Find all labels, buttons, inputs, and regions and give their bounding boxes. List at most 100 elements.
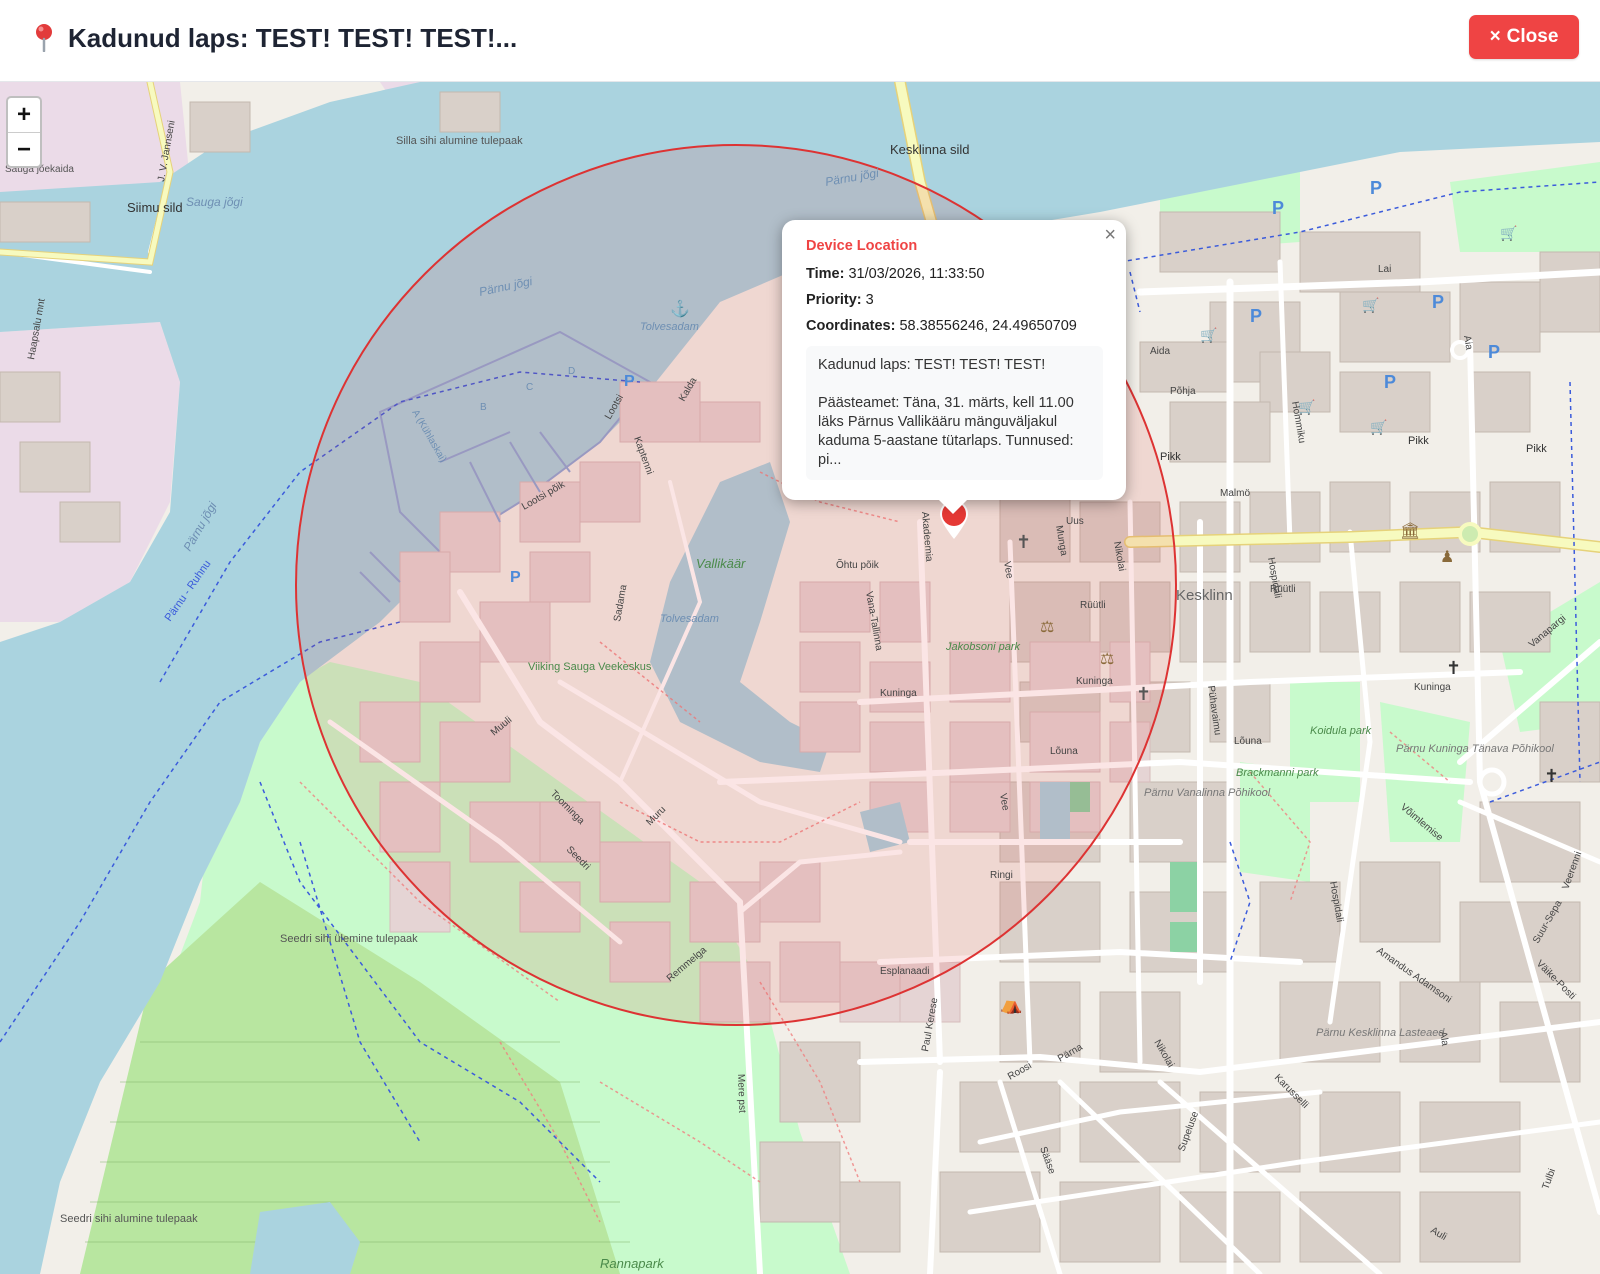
label-parnu-jogi: Pärnu jõgi [478, 274, 534, 299]
label-street-uus: Uus [1066, 516, 1084, 527]
label-street-ringi: Ringi [990, 870, 1013, 881]
page-title: Kadunud laps: TEST! TEST! TEST!... [68, 23, 518, 53]
popup-message-body: Päästeamet: Täna, 31. märts, kell 11.00 … [818, 395, 1074, 468]
label-street-roosi: Roosi [1006, 1060, 1034, 1082]
label-kuninga-pohikool: Pärnu Kuninga Tänava Põhikool [1396, 743, 1554, 755]
label-street-jv-jannseni: J. V. Jannseni [156, 120, 178, 183]
close-icon: × [1489, 26, 1501, 47]
popup-priority-label: Priority: [806, 292, 862, 308]
label-street-aida: Aida [1150, 346, 1170, 357]
label-street-kalda: Kalda [677, 375, 700, 403]
label-brackmanni-park: Brackmanni park [1236, 767, 1319, 779]
label-street-supeluse: Supeluse [1176, 1110, 1201, 1153]
label-koidula-park: Koidula park [1310, 725, 1372, 737]
label-street-vana-tallinna: Vana-Tallinna [863, 591, 884, 652]
label-parnu-jogi-2: Pärnu jõgi [824, 166, 880, 189]
label-street-vaike-posti: Väike-Posti [1534, 958, 1578, 1002]
popup-priority-value: 3 [865, 292, 874, 308]
label-kesklinna-lasteaed: Pärnu Kesklinna Lasteaed [1316, 1027, 1445, 1039]
label-parnu-jogi-3: Pärnu jõgi [180, 499, 219, 553]
label-street-amandus: Amandus Adamsoni [1374, 945, 1453, 1005]
label-street-seedri: Seedri [564, 844, 592, 872]
label-street-kuninga: Kuninga [880, 688, 917, 699]
label-street-lai: Lai [1378, 264, 1391, 275]
close-button-label: Close [1506, 26, 1559, 47]
zoom-out-button[interactable]: − [8, 133, 40, 167]
popup-priority-row: Priority: 3 [806, 292, 1102, 308]
popup-tip [938, 499, 968, 514]
label-street-mere: Mere pst [735, 1074, 747, 1113]
label-tolvesadam-2: Tolvesadam [660, 613, 719, 625]
label-street-vanapargi: Vanapargi [1527, 613, 1568, 650]
label-pier-b: B [480, 402, 487, 413]
label-street-hommiku: Hommiku [1289, 401, 1307, 445]
label-parnu-ruhnu: Pärnu - Ruhnu [163, 558, 214, 623]
label-street-pikk-2: Pikk [1526, 443, 1547, 455]
label-street-saase: Sääse [1037, 1145, 1057, 1176]
label-street-louna-2: Lõuna [1234, 736, 1262, 747]
label-vallikaar: Vallikäär [696, 556, 746, 571]
label-street-ruutli-2: Rüütli [1080, 600, 1106, 611]
label-kesklinn: Kesklinn [1176, 587, 1233, 604]
close-button[interactable]: × Close [1469, 15, 1579, 59]
label-street-parna: Pärna [1056, 1042, 1085, 1065]
label-rannapark: Rannapark [600, 1256, 665, 1271]
label-silla-tulepaak: Silla sihi alumine tulepaak [396, 135, 523, 147]
popup-time-value: 31/03/2026, 11:33:50 [848, 266, 985, 282]
label-kesklinna-sild: Kesklinna sild [890, 142, 970, 157]
label-street-hospidali-2: Hospidali [1327, 881, 1345, 923]
label-street-ohtu: Õhtu põik [836, 558, 880, 571]
label-street-karusselli: Karusselli [1272, 1072, 1310, 1110]
label-street-pikk: Pikk [1408, 435, 1429, 447]
label-siimu-sild: Siimu sild [127, 200, 183, 215]
label-street-hospidali: Hospidali [1265, 557, 1283, 599]
label-pier-d: D [568, 366, 575, 377]
label-street-muuli: Muuli [489, 715, 514, 739]
label-street-kuninga-2: Kuninga [1076, 676, 1113, 687]
label-vanalinna-pohikool: Pärnu Vanalinna Põhikool [1144, 787, 1271, 799]
label-street-nikolai-2: Nikolai [1151, 1038, 1176, 1069]
popup-message-title: Kadunud laps: TEST! TEST! TEST! [818, 357, 1046, 373]
label-seedri-ulemine: Seedri sihi ülemine tulepaak [280, 933, 418, 945]
popup-coordinates-value: 58.38556246, 24.49650709 [899, 318, 1077, 334]
label-street-haapsalu: Haapsalu mnt [26, 298, 48, 361]
label-street-nikolai: Nikolai [1111, 541, 1127, 572]
label-street-puhavaimu: Pühavaimu [1205, 685, 1223, 736]
popup-coordinates-row: Coordinates: 58.38556246, 24.49650709 [806, 318, 1102, 334]
label-jakobsoni-park: Jakobsoni park [945, 641, 1020, 653]
label-street-tulbi: Tulbi [1540, 1167, 1558, 1191]
label-street-voimlemise: Võimlemise [1398, 802, 1445, 844]
label-street-kaptein: Kaptenni [631, 435, 655, 476]
label-street-kuninga-3: Kuninga [1414, 682, 1451, 693]
pin-icon [36, 24, 52, 52]
label-street-akadeemia: Akadeemia [919, 511, 934, 562]
label-street-veerenni: Veerenni [1560, 850, 1584, 891]
label-street-remmelga: Remmelga [665, 945, 709, 985]
label-viiking: Viiking Sauga Veekeskus [528, 661, 652, 673]
label-street-toominga: Toominga [548, 788, 587, 827]
label-street-a-kuhlaskai: A (Kühlaskai) [409, 408, 448, 465]
zoom-in-button[interactable]: + [8, 98, 40, 133]
popup-time-row: Time: 31/03/2026, 11:33:50 [806, 266, 1102, 282]
label-seedri-alumine: Seedri sihi alumine tulepaak [60, 1213, 198, 1225]
popup-coordinates-label: Coordinates: [806, 318, 896, 334]
zoom-control: + − [6, 96, 42, 168]
label-street-muru: Muru [644, 804, 668, 828]
device-location-popup: × Device Location Time: 31/03/2026, 11:3… [782, 220, 1126, 514]
label-street-louna: Lõuna [1050, 746, 1078, 757]
label-street-malmo: Malmö [1220, 488, 1250, 499]
label-street-suur-sepa: Suur-Sepa [1531, 898, 1565, 945]
label-pier-c: C [526, 382, 533, 393]
popup-message: Kadunud laps: TEST! TEST! TEST! Päästeam… [806, 346, 1103, 480]
label-street-looru: Lootsi põik [520, 479, 568, 513]
label-street-sadama: Sadama [612, 583, 629, 622]
popup-close-icon[interactable]: × [1104, 224, 1116, 247]
label-street-ala: Ala [1437, 1031, 1450, 1048]
popup-time-label: Time: [806, 266, 845, 282]
label-street-paul-kerese: Paul Kerese [920, 997, 940, 1053]
label-street-aia: Aia [1461, 335, 1474, 352]
label-sauga-jogi: Sauga jõgi [186, 195, 243, 209]
label-tolvesadam: Tolvesadam [640, 321, 699, 333]
label-street-pohja: Põhja [1170, 386, 1196, 397]
modal-header: Kadunud laps: TEST! TEST! TEST!... × Clo… [0, 0, 1600, 82]
